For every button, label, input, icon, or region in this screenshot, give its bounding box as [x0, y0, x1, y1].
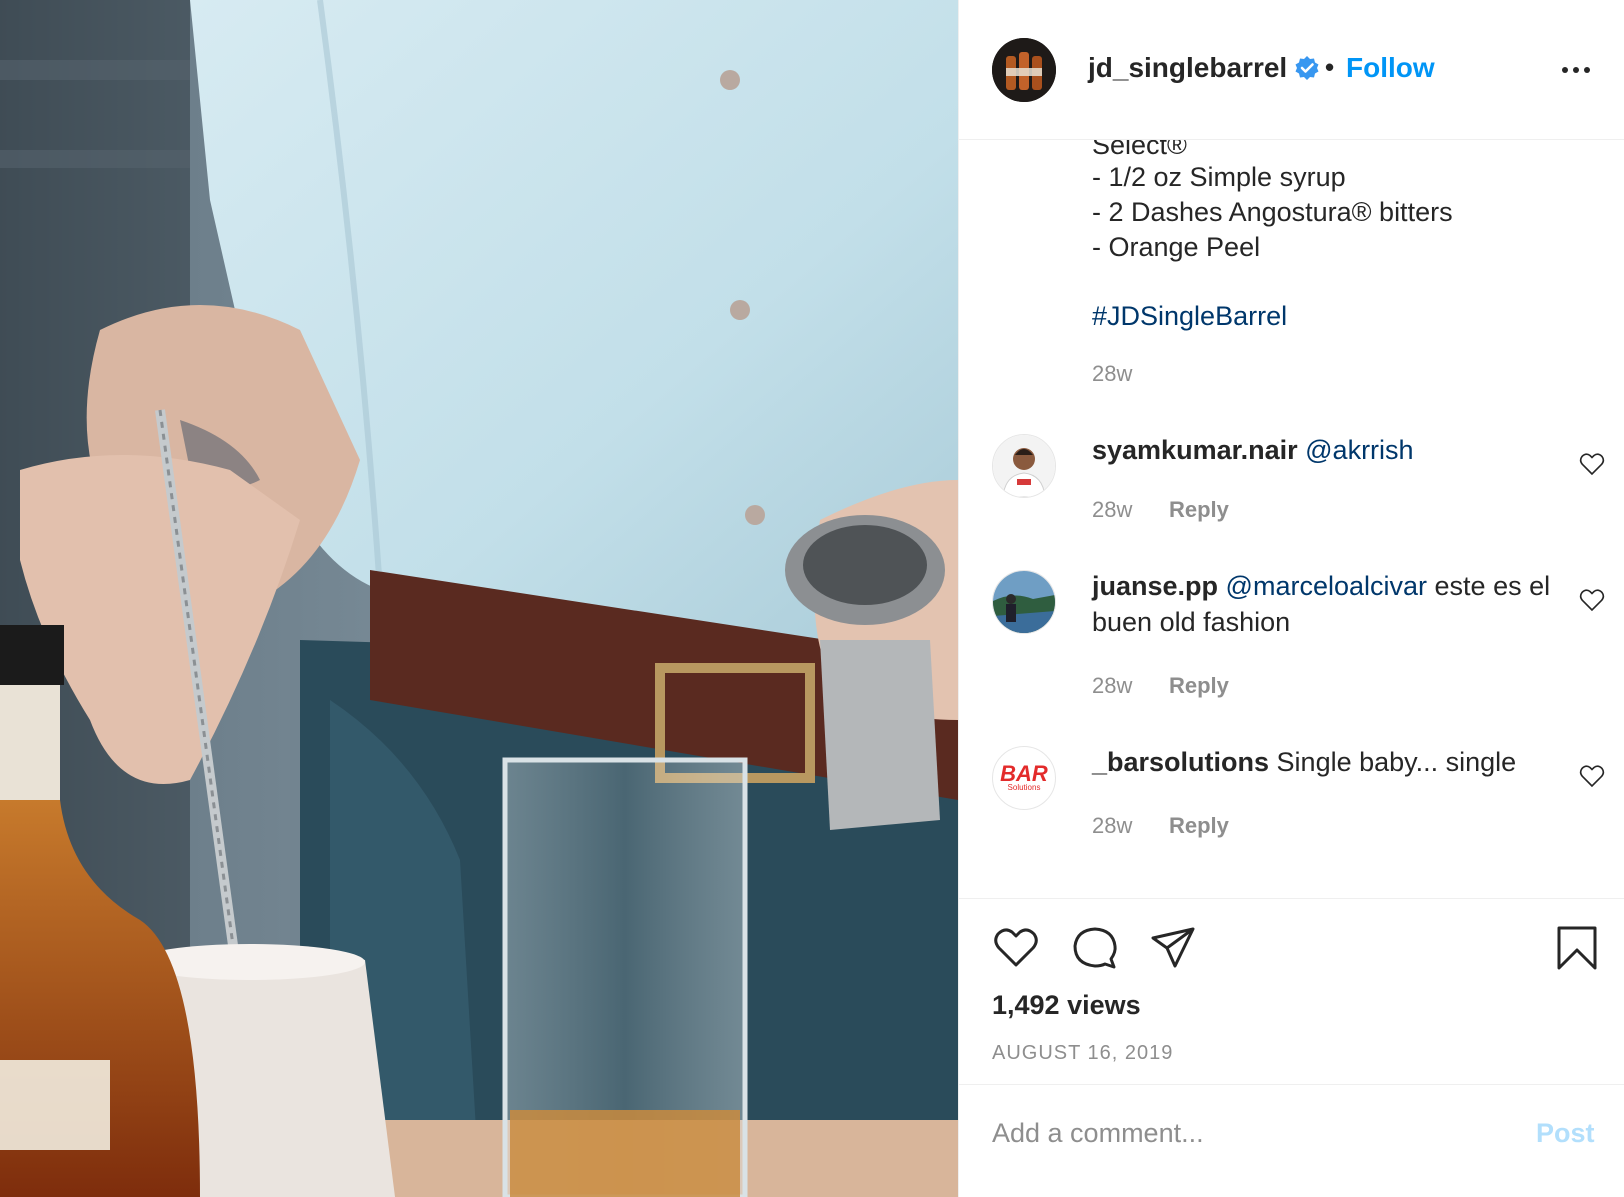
- comment-bubble-icon[interactable]: [1071, 924, 1119, 972]
- follow-button[interactable]: Follow: [1346, 52, 1435, 84]
- divider: [959, 1084, 1624, 1085]
- comment-timestamp[interactable]: 28w: [1092, 673, 1132, 699]
- comment-text: _barsolutions Single baby... single: [1092, 744, 1562, 780]
- views-count[interactable]: 1,492 views: [992, 990, 1141, 1021]
- like-comment-heart-icon[interactable]: [1579, 764, 1605, 788]
- caption-hashtag[interactable]: #JDSingleBarrel: [1092, 301, 1287, 332]
- caption-timestamp[interactable]: 28w: [1092, 361, 1132, 387]
- comment-mention[interactable]: @marceloalcivar: [1226, 571, 1427, 601]
- post-date[interactable]: AUGUST 16, 2019: [992, 1042, 1173, 1065]
- comments-scroll-area[interactable]: Select® - 1/2 oz Simple syrup - 2 Dashes…: [959, 140, 1624, 898]
- comment-timestamp[interactable]: 28w: [1092, 497, 1132, 523]
- author-avatar[interactable]: [992, 38, 1056, 102]
- like-comment-heart-icon[interactable]: [1579, 588, 1605, 612]
- reply-button[interactable]: Reply: [1169, 497, 1229, 523]
- post-details-panel: jd_singlebarrel • Follow Select® - 1/2 o…: [958, 0, 1624, 1197]
- comment-text: juanse.pp @marceloalcivar este es el bue…: [1092, 568, 1562, 640]
- comment-username[interactable]: juanse.pp: [1092, 571, 1218, 601]
- comment-text: syamkumar.nair @akrrish: [1092, 432, 1562, 468]
- author-username[interactable]: jd_singlebarrel: [1088, 52, 1287, 84]
- save-bookmark-icon[interactable]: [1553, 924, 1601, 972]
- reply-button[interactable]: Reply: [1169, 673, 1229, 699]
- bar-logo-subtext: Solutions: [1007, 783, 1041, 792]
- caption-line: Select®: [1092, 140, 1187, 160]
- comment-username[interactable]: syamkumar.nair: [1092, 435, 1298, 465]
- post-video[interactable]: [0, 0, 958, 1197]
- caption-line: - 2 Dashes Angostura® bitters: [1092, 197, 1453, 227]
- commenter-avatar[interactable]: BAR Solutions: [992, 746, 1056, 810]
- divider: [959, 898, 1624, 899]
- comment-mention[interactable]: @akrrish: [1305, 435, 1413, 465]
- comment-username[interactable]: _barsolutions: [1092, 747, 1269, 777]
- comment-body: Single baby... single: [1276, 747, 1517, 777]
- post-header: [959, 0, 1624, 140]
- caption-line: - 1/2 oz Simple syrup: [1092, 162, 1346, 192]
- share-paper-plane-icon[interactable]: [1149, 924, 1197, 972]
- comment-timestamp[interactable]: 28w: [1092, 813, 1132, 839]
- reply-button[interactable]: Reply: [1169, 813, 1229, 839]
- add-comment-input[interactable]: [992, 1118, 1512, 1149]
- video-frame-illustration: [0, 0, 958, 1197]
- like-comment-heart-icon[interactable]: [1579, 452, 1605, 476]
- post-comment-button[interactable]: Post: [1536, 1118, 1595, 1149]
- more-options-icon[interactable]: [1560, 62, 1592, 78]
- caption-line: - Orange Peel: [1092, 232, 1261, 262]
- separator-dot: •: [1325, 52, 1335, 82]
- commenter-avatar[interactable]: [992, 434, 1056, 498]
- like-heart-icon[interactable]: [992, 924, 1040, 972]
- commenter-avatar[interactable]: [992, 570, 1056, 634]
- verified-badge-icon: [1295, 56, 1319, 80]
